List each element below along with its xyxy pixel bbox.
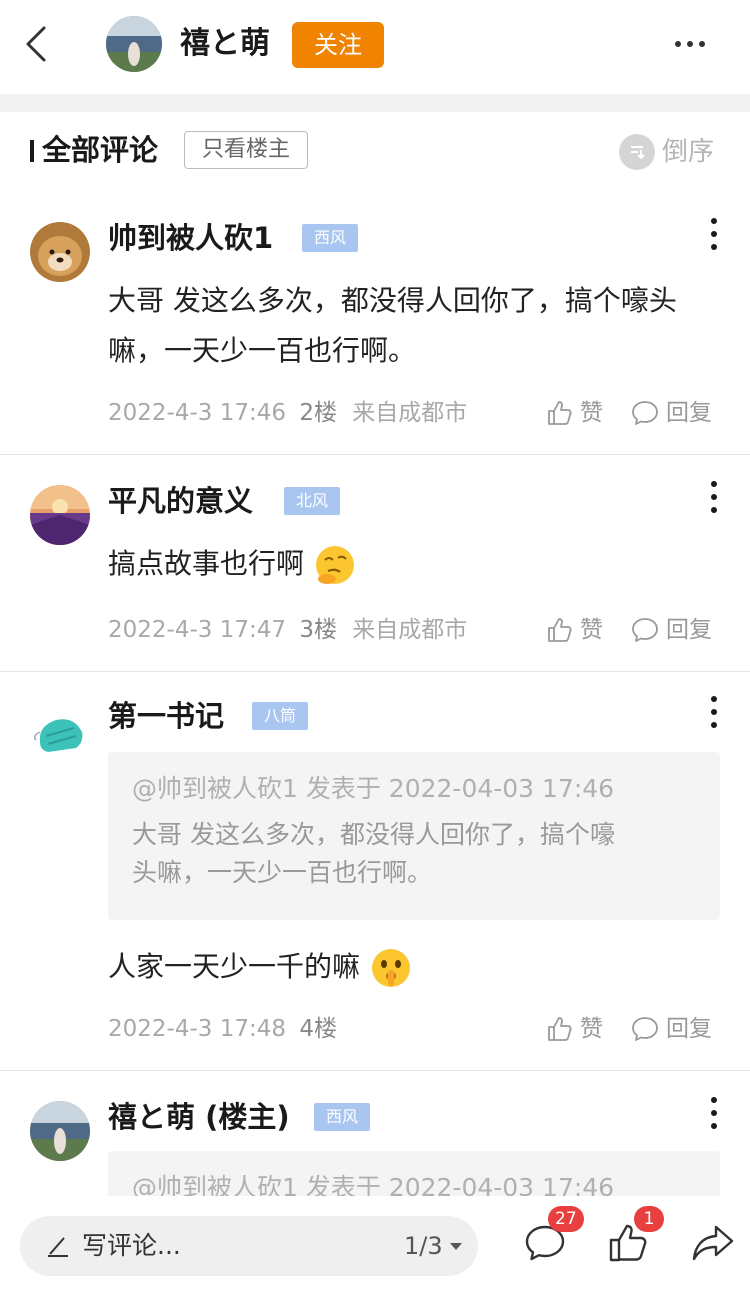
comment-date: 2022-4-3 17:47	[108, 617, 286, 643]
pen-icon	[48, 1237, 68, 1257]
sort-order-icon[interactable]	[619, 134, 655, 170]
comment-icon	[632, 618, 658, 642]
comment-floor: 4楼	[299, 1016, 337, 1042]
reply-button[interactable]: 回复	[630, 613, 712, 647]
comment-meta: 2022-4-3 17:48 4楼	[108, 1012, 337, 1046]
commenter-avatar[interactable]	[30, 485, 90, 545]
share-icon	[692, 1225, 734, 1261]
chevron-left-icon	[26, 26, 46, 62]
comment-menu-button[interactable]	[706, 481, 722, 513]
comment-item: 平凡的意义 北风 搞点故事也行啊 2022-4-3 17:47 3楼 来自成都市…	[0, 455, 750, 672]
user-badge: 八筒	[252, 702, 309, 730]
only-owner-button[interactable]: 只看楼主	[184, 131, 308, 169]
thumbs-up-icon	[548, 1017, 572, 1041]
commenter-name[interactable]: 禧と萌 (楼主)	[108, 1097, 290, 1137]
quote-header: @帅到被人砍1 发表于 2022-04-03 17:46	[132, 774, 615, 803]
more-vertical-icon	[711, 218, 717, 224]
section-title: 全部评论	[42, 133, 159, 167]
like-button[interactable]: 赞	[546, 1012, 603, 1046]
like-button[interactable]: 赞	[546, 396, 603, 430]
more-vertical-icon	[711, 481, 717, 487]
comment-menu-button[interactable]	[706, 1097, 722, 1129]
quoted-comment[interactable]: @帅到被人砍1 发表于 2022-04-03 17:46 大哥 发这么多次，都没…	[108, 752, 720, 920]
comment-icon	[632, 1017, 658, 1041]
write-comment-input[interactable]: 写评论... 1/3	[20, 1216, 478, 1276]
commenter-name[interactable]: 第一书记	[108, 696, 224, 736]
commenter-name[interactable]: 平凡的意义	[108, 481, 253, 521]
section-marker	[30, 140, 34, 162]
comment-icon	[632, 401, 658, 425]
commenter-avatar[interactable]	[30, 702, 90, 762]
quote-header: @帅到被人砍1 发表于 2022-04-03 17:46	[132, 1173, 615, 1196]
more-options-button[interactable]	[668, 28, 712, 60]
comments-section-header: 全部评论 只看楼主 倒序	[0, 112, 750, 188]
comment-date: 2022-4-3 17:46	[108, 400, 286, 426]
comment-floor: 2楼	[299, 400, 337, 426]
author-name[interactable]: 禧と萌	[180, 22, 270, 66]
user-badge: 北风	[284, 487, 341, 515]
write-comment-placeholder: 写评论...	[82, 1231, 181, 1260]
quoted-comment[interactable]: @帅到被人砍1 发表于 2022-04-03 17:46	[108, 1151, 720, 1196]
comment-meta: 2022-4-3 17:46 2楼 来自成都市	[108, 396, 467, 430]
bottom-action-bar: 写评论... 1/3 27 1	[0, 1196, 750, 1294]
comment-meta: 2022-4-3 17:47 3楼 来自成都市	[108, 613, 467, 647]
caret-down-icon	[449, 1243, 462, 1250]
like-button[interactable]: 赞	[546, 613, 603, 647]
sort-order-button[interactable]: 倒序	[662, 132, 714, 172]
share-button[interactable]	[688, 1218, 738, 1268]
comment-floor: 3楼	[299, 617, 337, 643]
commenter-avatar[interactable]	[30, 1101, 90, 1161]
follow-button[interactable]: 关注	[292, 22, 384, 68]
comment-location: 来自成都市	[352, 400, 468, 426]
user-badge: 西风	[314, 1103, 371, 1131]
reply-button[interactable]: 回复	[630, 1012, 712, 1046]
comment-item: 禧と萌 (楼主) 西风 @帅到被人砍1 发表于 2022-04-03 17:46	[0, 1071, 750, 1196]
commenter-name[interactable]: 帅到被人砍1	[108, 218, 273, 258]
comment-menu-button[interactable]	[706, 696, 722, 728]
comment-count-badge: 27	[548, 1206, 584, 1232]
more-horizontal-icon	[675, 41, 681, 47]
comment-item: 帅到被人砍1 西风 大哥 发这么多次，都没得人回你了，搞个嚎头嘛，一天少一百也行…	[0, 188, 750, 455]
comment-item: 第一书记 八筒 @帅到被人砍1 发表于 2022-04-03 17:46 大哥 …	[0, 672, 750, 1071]
thumbs-up-icon	[548, 401, 572, 425]
comment-menu-button[interactable]	[706, 218, 722, 250]
like-count-badge: 1	[634, 1206, 664, 1232]
reply-button[interactable]: 回复	[630, 396, 712, 430]
back-button[interactable]	[16, 22, 56, 66]
comment-date: 2022-4-3 17:48	[108, 1016, 286, 1042]
user-badge: 西风	[302, 224, 359, 252]
shushing-face-emoji	[371, 949, 410, 987]
more-vertical-icon	[711, 1097, 717, 1103]
quote-body: 大哥 发这么多次，都没得人回你了，搞个嚎 头嘛，一天少一百也行啊。	[132, 820, 615, 887]
top-header: 禧と萌 关注	[0, 0, 750, 92]
comment-text: 人家一天少一千的嘛	[108, 942, 718, 992]
more-vertical-icon	[711, 696, 717, 702]
commenter-avatar[interactable]	[30, 222, 90, 282]
comment-text: 搞点故事也行啊	[108, 539, 718, 589]
thumbs-up-icon	[548, 618, 572, 642]
comment-text: 大哥 发这么多次，都没得人回你了，搞个嚎头嘛，一天少一百也行啊。	[108, 284, 677, 367]
page-indicator[interactable]: 1/3	[404, 1227, 463, 1265]
section-divider	[0, 94, 750, 112]
thinking-face-emoji	[315, 546, 354, 584]
comment-location: 来自成都市	[352, 617, 468, 643]
author-avatar[interactable]	[106, 16, 162, 72]
